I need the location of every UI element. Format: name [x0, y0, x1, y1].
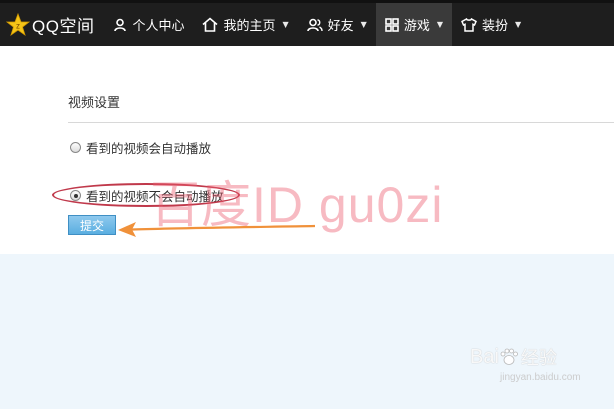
nav-my-homepage[interactable]: 我的主页 ▼	[193, 3, 297, 46]
star-logo-icon: z	[6, 12, 30, 36]
nav-games[interactable]: 游戏 ▼	[375, 3, 452, 46]
home-icon	[202, 17, 218, 32]
divider	[68, 122, 614, 123]
nav-personal-center-label: 个人中心	[132, 19, 185, 34]
baidu-logo-text: Bai	[470, 345, 499, 368]
arrow-annotation-icon	[118, 222, 316, 237]
grid-icon	[385, 17, 399, 32]
nav-my-homepage-label: 我的主页	[223, 19, 276, 34]
chevron-down-icon: ▼	[360, 20, 367, 29]
baidu-url: jingyan.baidu.com	[500, 372, 581, 383]
chevron-down-icon: ▼	[282, 20, 289, 29]
top-nav-bar: z QQ空间 个人中心 我的主页 ▼ 好友 ▼ 游戏 ▼ 装扮 ▼	[0, 0, 614, 46]
friends-icon	[306, 18, 323, 31]
chevron-down-icon: ▼	[515, 20, 522, 29]
baidu-jingyan-logo: Bai 经验	[470, 344, 557, 370]
submit-button[interactable]: 提交	[68, 215, 116, 235]
nav-friends[interactable]: 好友 ▼	[298, 3, 376, 46]
person-icon	[114, 18, 127, 31]
chevron-down-icon: ▼	[436, 20, 443, 29]
logo-text: QQ空间	[32, 17, 95, 36]
radio-autoplay-on[interactable]: 看到的视频会自动播放	[70, 138, 211, 157]
shirt-icon	[461, 17, 477, 32]
nav-dressup[interactable]: 装扮 ▼	[452, 3, 530, 46]
section-title: 视频设置	[68, 96, 121, 111]
radio-autoplay-on-label: 看到的视频会自动播放	[86, 141, 212, 156]
paw-icon	[500, 348, 518, 365]
nav-friends-label: 好友	[327, 19, 354, 34]
nav-personal-center[interactable]: 个人中心	[104, 3, 193, 46]
qzone-logo[interactable]: z QQ空间	[0, 3, 104, 46]
nav-games-label: 游戏	[403, 19, 430, 34]
baidu-logo-suffix: 经验	[520, 348, 557, 368]
radio-button-unchecked[interactable]	[70, 142, 81, 153]
nav-dressup-label: 装扮	[481, 19, 508, 34]
svg-text:z: z	[16, 21, 20, 30]
